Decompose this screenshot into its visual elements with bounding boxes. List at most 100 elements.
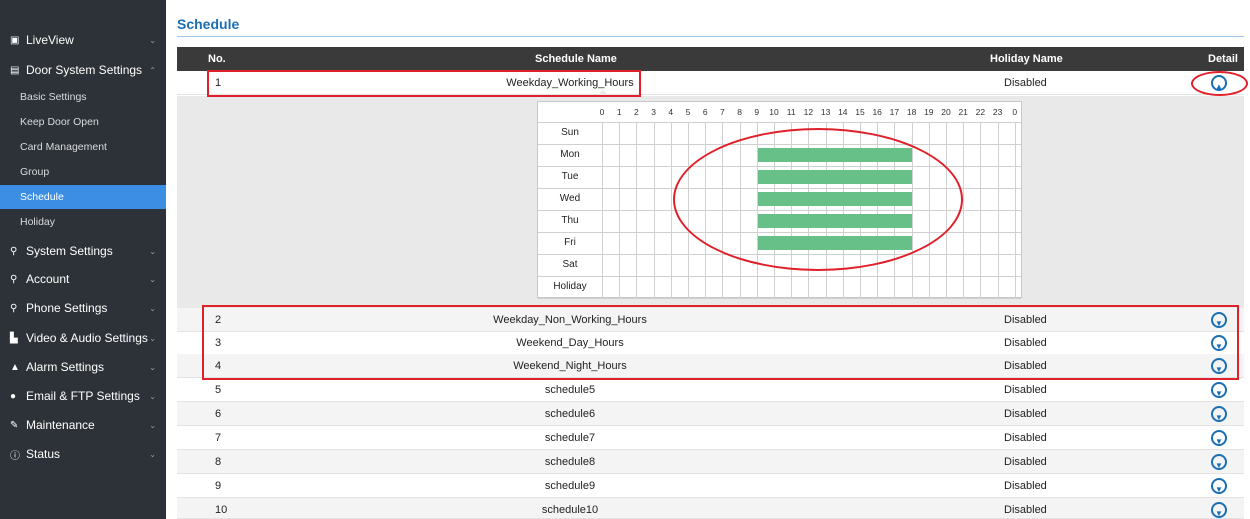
hour-label: 0 [599, 107, 605, 117]
holiday-name-cell: Disabled [1004, 77, 1047, 89]
hour-label: 15 [855, 107, 865, 117]
schedule-name: schedule9 [544, 480, 596, 492]
holiday-name-cell: Disabled [1004, 408, 1047, 420]
day-label: Thu [561, 215, 579, 226]
chevron-down-icon: ⌄ [149, 333, 156, 343]
table-row[interactable]: 10 schedule10 Disabled ▼ [177, 498, 1244, 519]
table-row[interactable]: 5 schedule5 Disabled ▼ [177, 378, 1244, 402]
hour-label: 8 [737, 107, 742, 117]
wrench-icon: ⚲ [10, 245, 18, 257]
grid-line [602, 122, 603, 298]
chevron-down-icon: ⌄ [149, 362, 156, 372]
holiday-name-cell: Disabled [1004, 504, 1047, 516]
schedule-name: schedule8 [544, 456, 596, 468]
hour-label: 1 [616, 107, 622, 117]
sidebar-subitem-basic-settings[interactable]: Basic Settings [0, 85, 166, 109]
hour-label: 17 [889, 107, 900, 117]
sidebar-item-label: Door System Settings [26, 63, 143, 77]
chevron-down-icon: ▼ [1215, 461, 1223, 470]
grid-line [670, 122, 672, 298]
grid-line [619, 122, 621, 298]
sidebar-item-liveview[interactable]: ▣ LiveView ⌄ [0, 27, 166, 53]
detail-toggle-button[interactable]: ▼ [1211, 454, 1227, 470]
row-number: 6 [215, 408, 222, 420]
holiday-name-cell: Disabled [1004, 384, 1047, 396]
title-divider [177, 36, 1244, 37]
grid-line [653, 122, 655, 298]
detail-toggle-button[interactable]: ▼ [1211, 502, 1227, 518]
info-icon: ⓘ [10, 450, 20, 462]
grid-line [538, 122, 1021, 123]
detail-toggle-button[interactable]: ▼ [1211, 478, 1227, 494]
hour-label: 13 [820, 107, 831, 117]
detail-toggle-button[interactable]: ▼ [1211, 382, 1227, 398]
wrench-icon: ✎ [10, 419, 19, 431]
annotation-box-rows-2-4 [202, 305, 1239, 380]
sidebar-item-system-settings[interactable]: ⚲ System Settings ⌄ [0, 238, 166, 264]
sidebar-subitem-card-management[interactable]: Card Management [0, 135, 166, 159]
chevron-down-icon: ⌄ [149, 303, 156, 313]
hour-label: 0 [1012, 107, 1018, 117]
chevron-down-icon: ▼ [1215, 389, 1223, 398]
phone-icon: ⚲ [10, 302, 18, 314]
hour-label: 18 [906, 107, 917, 117]
sidebar-item-video-audio-settings[interactable]: ▙ Video & Audio Settings ⌄ [0, 325, 166, 351]
annotation-box-row1 [207, 70, 641, 97]
sidebar-item-label: Alarm Settings [26, 360, 105, 374]
column-header-schedule-name: Schedule Name [535, 53, 617, 65]
hour-label: 2 [634, 107, 639, 117]
sidebar-item-email-ftp-settings[interactable]: ● Email & FTP Settings ⌄ [0, 383, 166, 409]
door-icon: ▤ [10, 64, 20, 76]
detail-toggle-button[interactable]: ▼ [1211, 406, 1227, 422]
hour-label: 7 [720, 107, 725, 117]
sidebar-item-label: Status [26, 447, 61, 461]
hour-label: 11 [786, 107, 796, 117]
sidebar-item-label: Video & Audio Settings [26, 331, 148, 345]
annotation-ellipse-detail [1191, 71, 1248, 96]
day-label: Fri [564, 237, 576, 248]
grid-line [538, 298, 1021, 299]
page-title: Schedule [177, 16, 240, 32]
hour-label: 16 [872, 107, 882, 117]
chevron-down-icon: ⌄ [149, 35, 156, 45]
schedule-name: schedule10 [541, 504, 599, 516]
holiday-name-cell: Disabled [1004, 480, 1047, 492]
day-label: Wed [559, 193, 581, 204]
sidebar-item-label: Phone Settings [26, 301, 108, 315]
hour-label: 12 [803, 107, 814, 117]
chevron-down-icon: ⌄ [149, 391, 156, 401]
sidebar-item-phone-settings[interactable]: ⚲ Phone Settings ⌄ [0, 295, 166, 321]
holiday-name-cell: Disabled [1004, 456, 1047, 468]
grid-line [538, 276, 1021, 277]
sidebar-item-status[interactable]: ⓘ Status ⌄ [0, 441, 166, 467]
table-header: No. Schedule Name Holiday Name Detail [177, 47, 1244, 71]
sidebar-item-alarm-settings[interactable]: ▲ Alarm Settings ⌄ [0, 354, 166, 380]
table-row[interactable]: 9 schedule9 Disabled ▼ [177, 474, 1244, 498]
sidebar-subitem-group[interactable]: Group [0, 160, 166, 184]
sidebar-subitem-holiday[interactable]: Holiday [0, 210, 166, 234]
chevron-up-icon: ⌃ [149, 65, 156, 75]
schedule-name: schedule5 [544, 384, 596, 396]
sidebar-item-maintenance[interactable]: ✎ Maintenance ⌄ [0, 412, 166, 438]
sidebar-subitem-keep-door-open[interactable]: Keep Door Open [0, 110, 166, 134]
row-number: 5 [215, 384, 222, 396]
hour-label: 20 [941, 107, 951, 117]
sidebar-item-door-system-settings[interactable]: ▤ Door System Settings ⌃ [0, 57, 166, 83]
chevron-down-icon: ▼ [1215, 509, 1223, 518]
sidebar-item-label: Email & FTP Settings [26, 389, 140, 403]
key-icon: ⚲ [10, 273, 18, 285]
table-row[interactable]: 8 schedule8 Disabled ▼ [177, 450, 1244, 474]
day-label: Sun [561, 127, 579, 138]
hour-label: 23 [992, 107, 1003, 117]
table-row[interactable]: 6 schedule6 Disabled ▼ [177, 402, 1244, 426]
column-header-detail: Detail [1208, 53, 1238, 65]
detail-toggle-button[interactable]: ▼ [1211, 430, 1227, 446]
hour-label: 9 [754, 107, 760, 117]
table-row[interactable]: 7 schedule7 Disabled ▼ [177, 426, 1244, 450]
sidebar-item-account[interactable]: ⚲ Account ⌄ [0, 266, 166, 292]
video-icon: ▙ [10, 332, 18, 344]
chevron-down-icon: ⌄ [149, 420, 156, 430]
sidebar-subitem-schedule[interactable]: Schedule [0, 185, 166, 209]
hour-label: 6 [702, 107, 708, 117]
cloud-icon: ● [10, 390, 17, 402]
